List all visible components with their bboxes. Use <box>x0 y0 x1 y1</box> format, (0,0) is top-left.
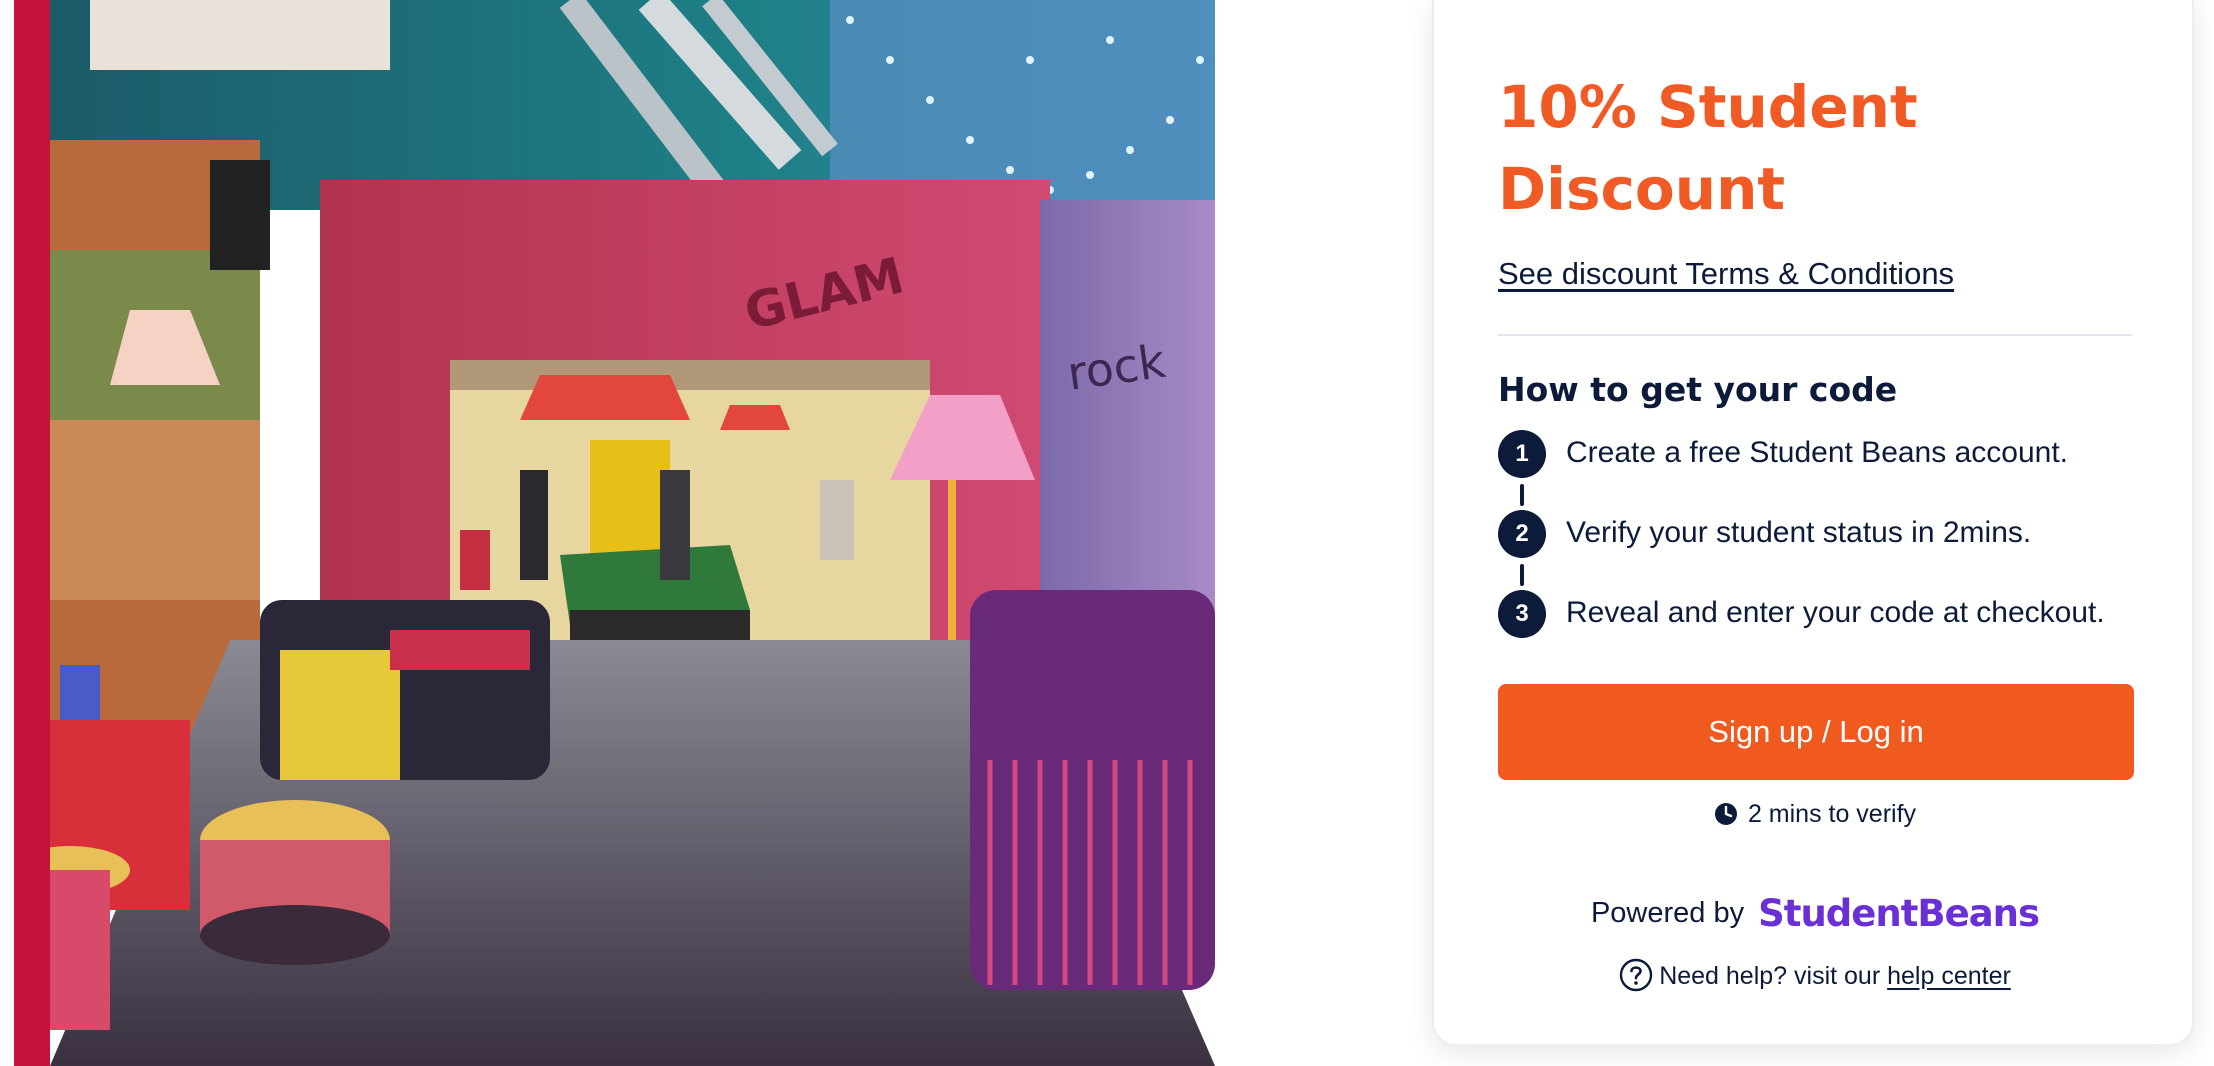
step-connector <box>1520 484 1524 506</box>
help-center-link[interactable]: help center <box>1887 962 2011 990</box>
step-connector <box>1520 564 1524 586</box>
help-line: Need help? visit our help center <box>1434 958 2196 999</box>
verify-time-text: 2 mins to verify <box>1747 800 1917 828</box>
step-number-badge: 3 <box>1498 590 1546 638</box>
step-number-badge: 1 <box>1498 430 1546 478</box>
venue-photo: GLAM rock <box>50 0 1215 1066</box>
step-text: Create a free Student Beans account. <box>1566 436 2068 469</box>
divider <box>1498 334 2132 336</box>
red-edge-strip <box>14 0 50 1066</box>
offer-title: 10% Student Discount <box>1498 73 1918 223</box>
clock-icon <box>1714 802 1738 833</box>
step-text: Reveal and enter your code at checkout. <box>1566 596 2105 629</box>
help-circle-icon <box>1619 958 1653 999</box>
powered-by-label: Powered by <box>1590 897 1745 929</box>
studentbeans-logo[interactable]: StudentBeans <box>1758 892 2040 935</box>
terms-conditions-link[interactable]: See discount Terms & Conditions <box>1498 256 1954 292</box>
how-to-heading: How to get your code <box>1498 370 1898 409</box>
powered-by: Powered by StudentBeans <box>1434 892 2196 935</box>
verify-time-note: 2 mins to verify <box>1434 800 2196 833</box>
step-number-badge: 2 <box>1498 510 1546 558</box>
discount-card: 10% Student Discount See discount Terms … <box>1432 0 2194 1046</box>
help-prefix-text: Need help? visit our <box>1659 962 1881 990</box>
step-text: Verify your student status in 2mins. <box>1566 516 2032 549</box>
sign-up-login-button[interactable]: Sign up / Log in <box>1498 684 2134 780</box>
